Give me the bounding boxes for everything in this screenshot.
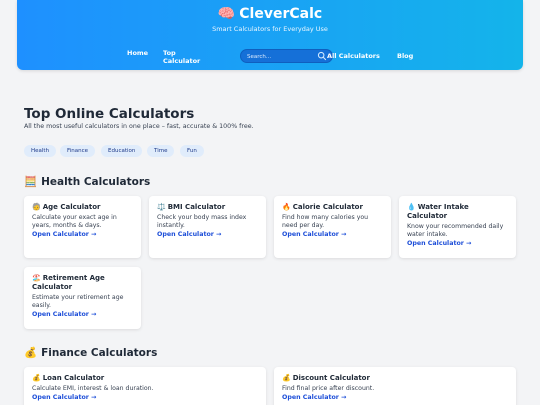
page-title: Top Online Calculators bbox=[24, 106, 195, 122]
nav-home[interactable]: Home bbox=[127, 49, 148, 57]
search-input[interactable] bbox=[247, 52, 317, 61]
card-title: ⚖️ BMI Calculator bbox=[157, 203, 258, 212]
card-description: Know your recommended daily water intake… bbox=[407, 223, 504, 238]
card-title: 💰 Loan Calculator bbox=[32, 374, 258, 383]
card-title: 💰 Discount Calculator bbox=[282, 374, 508, 383]
open-calculator-link[interactable]: Open Calculator → bbox=[32, 394, 258, 402]
card-title-text: Retirement Age Calculator bbox=[32, 274, 105, 291]
card-title-text: Calorie Calculator bbox=[292, 203, 363, 211]
tag-finance[interactable]: Finance bbox=[60, 145, 96, 157]
card-title-text: Loan Calculator bbox=[42, 374, 105, 382]
card-water-intake-calculator[interactable]: 💧 Water Intake Calculator Know your recom… bbox=[399, 196, 516, 258]
section-health-title: 🧮 Health Calculators bbox=[24, 175, 150, 188]
money-bag-icon: 💰 bbox=[24, 347, 38, 359]
nav-top-line2: Calculator bbox=[163, 57, 201, 65]
page-subtitle: All the most useful calculators in one p… bbox=[24, 123, 254, 130]
card-description: Find how many calories you need per day. bbox=[282, 214, 369, 229]
droplet-icon: 💧 bbox=[407, 203, 416, 211]
search-box bbox=[240, 49, 333, 63]
section-finance-label: Finance Calculators bbox=[41, 347, 158, 359]
card-bmi-calculator[interactable]: ⚖️ BMI Calculator Check your body mass in… bbox=[149, 196, 266, 258]
open-calculator-link[interactable]: Open Calculator → bbox=[407, 240, 508, 248]
open-calculator-link[interactable]: Open Calculator → bbox=[32, 231, 133, 239]
card-age-calculator[interactable]: 🧓 Age Calculator Calculate your exact age… bbox=[24, 196, 141, 258]
nav-all-calculators[interactable]: All Calculators bbox=[327, 52, 380, 60]
card-discount-calculator[interactable]: 💰 Discount Calculator Find final price af… bbox=[274, 367, 516, 405]
brand[interactable]: 🧠 CleverCalc bbox=[17, 6, 523, 22]
card-description: Find final price after discount. bbox=[282, 385, 375, 392]
nav-blog[interactable]: Blog bbox=[397, 52, 413, 60]
section-finance-title: 💰 Finance Calculators bbox=[24, 346, 157, 359]
card-title-text: Age Calculator bbox=[42, 203, 101, 211]
open-calculator-link[interactable]: Open Calculator → bbox=[282, 394, 508, 402]
card-description: Calculate your exact age in years, month… bbox=[32, 214, 117, 229]
card-loan-calculator[interactable]: 💰 Loan Calculator Calculate EMI, interest… bbox=[24, 367, 266, 405]
card-description: Calculate EMI, interest & loan duration. bbox=[32, 385, 154, 392]
money-bag-icon: 💰 bbox=[32, 374, 41, 382]
search-icon[interactable] bbox=[317, 51, 327, 61]
tag-time[interactable]: Time bbox=[147, 145, 175, 157]
tag-education[interactable]: Education bbox=[101, 145, 143, 157]
card-title-text: BMI Calculator bbox=[167, 203, 226, 211]
tagline: Smart Calculators for Everyday Use bbox=[212, 25, 328, 33]
card-title: 🏖️ Retirement Age Calculator bbox=[32, 274, 133, 292]
brand-name: CleverCalc bbox=[239, 6, 323, 22]
beach-icon: 🏖️ bbox=[32, 274, 41, 282]
site-header: 🧠 CleverCalc Smart Calculators for Everyd… bbox=[17, 0, 523, 70]
card-title: 🔥 Calorie Calculator bbox=[282, 203, 383, 212]
money-bag-icon: 💰 bbox=[282, 374, 291, 382]
section-health-label: Health Calculators bbox=[41, 176, 151, 188]
fire-icon: 🔥 bbox=[282, 203, 291, 211]
scale-icon: ⚖️ bbox=[157, 203, 166, 211]
nav-top-line1: Top bbox=[163, 49, 176, 57]
card-title-text: Water Intake Calculator bbox=[407, 203, 469, 220]
open-calculator-link[interactable]: Open Calculator → bbox=[157, 231, 258, 239]
open-calculator-link[interactable]: Open Calculator → bbox=[282, 231, 383, 239]
older-person-icon: 🧓 bbox=[32, 203, 41, 211]
card-title: 🧓 Age Calculator bbox=[32, 203, 133, 212]
tag-health[interactable]: Health bbox=[24, 145, 57, 157]
abacus-icon: 🧮 bbox=[24, 176, 38, 188]
card-description: Estimate your retirement age easily. bbox=[32, 294, 124, 309]
card-description: Check your body mass index instantly. bbox=[157, 214, 247, 229]
nav-top-calculator[interactable]: Top Calculator bbox=[163, 49, 200, 65]
open-calculator-link[interactable]: Open Calculator → bbox=[32, 311, 133, 319]
card-retirement-age-calculator[interactable]: 🏖️ Retirement Age Calculator Estimate you… bbox=[24, 267, 141, 329]
brain-icon: 🧠 bbox=[217, 6, 236, 22]
card-title-text: Discount Calculator bbox=[292, 374, 370, 382]
main-nav: Home Top Calculator All Calculators Blog bbox=[17, 48, 523, 68]
card-calorie-calculator[interactable]: 🔥 Calorie Calculator Find how many calori… bbox=[274, 196, 391, 258]
card-title: 💧 Water Intake Calculator bbox=[407, 203, 508, 221]
tag-fun[interactable]: Fun bbox=[180, 145, 204, 157]
